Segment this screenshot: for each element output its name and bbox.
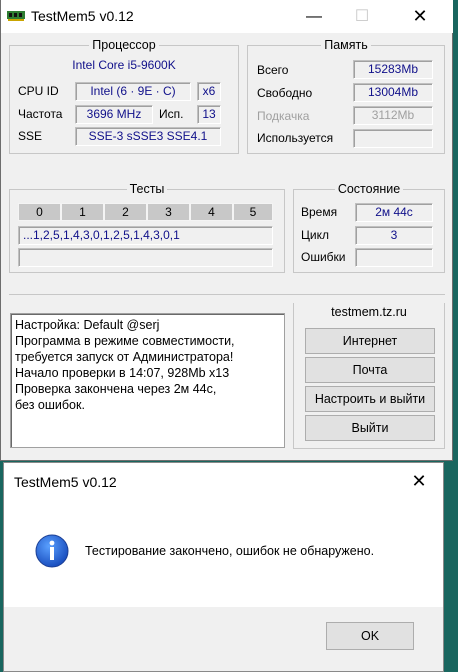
processor-legend: Процессор [92,38,156,52]
time-label: Время [301,205,338,219]
log-line: Проверка закончена через 2м 44с, [15,382,217,396]
ok-button[interactable]: OK [326,622,414,650]
exit-button[interactable]: Выйти [305,415,435,441]
cycle-label: Цикл [301,228,329,242]
log-line: Программа в режиме совместимости, [15,334,235,348]
main-window: TestMem5 v0.12 — ☐ ✕ Процессор Intel Cor… [0,0,453,461]
frequency-value: 3696 MHz [75,105,153,124]
cpu-name: Intel Core i5-9600K [72,58,176,72]
test-cell-3: 3 [147,203,190,221]
used-value: 13 [197,105,221,124]
log-line: Начало проверки в 14:07, 928Mb x13 [15,366,230,380]
log-line: без ошибок. [15,398,85,412]
test-sequence: ...1,2,5,1,4,3,0,1,2,5,1,4,3,0,1 [18,226,273,245]
test-cell-4: 4 [190,203,233,221]
swap-value: 3112Mb [353,106,433,125]
message-dialog: TestMem5 v0.12 ✕ Тестирование закончено,… [3,462,444,672]
minimize-button[interactable]: — [291,0,337,33]
memory-legend: Память [324,38,368,52]
separator-line [9,294,445,295]
memory-used-value [353,129,433,148]
maximize-button[interactable]: ☐ [339,0,385,33]
test-progress-bar [18,248,273,267]
sse-value: SSE-3 sSSE3 SSE4.1 [75,127,221,146]
memory-free-label: Свободно [257,86,313,100]
memory-total-label: Всего [257,63,289,77]
status-legend: Состояние [337,182,401,196]
test-cell-5: 5 [233,203,273,221]
dialog-title-bar[interactable]: TestMem5 v0.12 ✕ [4,463,443,503]
log-textarea[interactable]: Настройка: Default @serj Программа в реж… [10,313,285,448]
cpu-id-label: CPU ID [18,84,59,98]
cpu-id-value: Intel (6 · 9E · C) [75,82,191,101]
close-button[interactable]: ✕ [397,0,443,33]
cpu-threads-value: x6 [197,82,221,101]
log-line: требуется запуск от Администратора! [15,350,234,364]
time-value: 2м 44с [355,203,433,222]
info-icon [35,534,69,568]
tests-legend: Тесты [129,182,165,196]
log-line: Настройка: Default @serj [15,318,160,332]
errors-label: Ошибки [301,250,346,264]
dialog-message: Тестирование закончено, ошибок не обнару… [85,544,375,558]
dialog-title: TestMem5 v0.12 [14,474,117,490]
internet-button[interactable]: Интернет [305,328,435,354]
sse-label: SSE [18,129,43,143]
memory-used-label: Используется [257,131,334,145]
test-cell-0: 0 [18,203,61,221]
cycle-value: 3 [355,226,433,245]
memory-free-value: 13004Mb [353,83,433,102]
configure-exit-button[interactable]: Настроить и выйти [305,386,435,412]
frequency-label: Частота [18,107,63,121]
used-label: Исп. [159,107,184,121]
site-link[interactable]: testmem.tz.ru [293,305,445,319]
memory-total-value: 15283Mb [353,60,433,79]
swap-label: Подкачка [257,109,310,123]
test-cell-2: 2 [104,203,147,221]
title-bar[interactable]: TestMem5 v0.12 — ☐ ✕ [1,0,453,33]
memory-chip-icon [7,11,25,21]
test-cell-1: 1 [61,203,104,221]
window-title: TestMem5 v0.12 [31,8,134,24]
errors-value [355,248,433,267]
mail-button[interactable]: Почта [305,357,435,383]
dialog-close-button[interactable]: ✕ [409,471,429,492]
